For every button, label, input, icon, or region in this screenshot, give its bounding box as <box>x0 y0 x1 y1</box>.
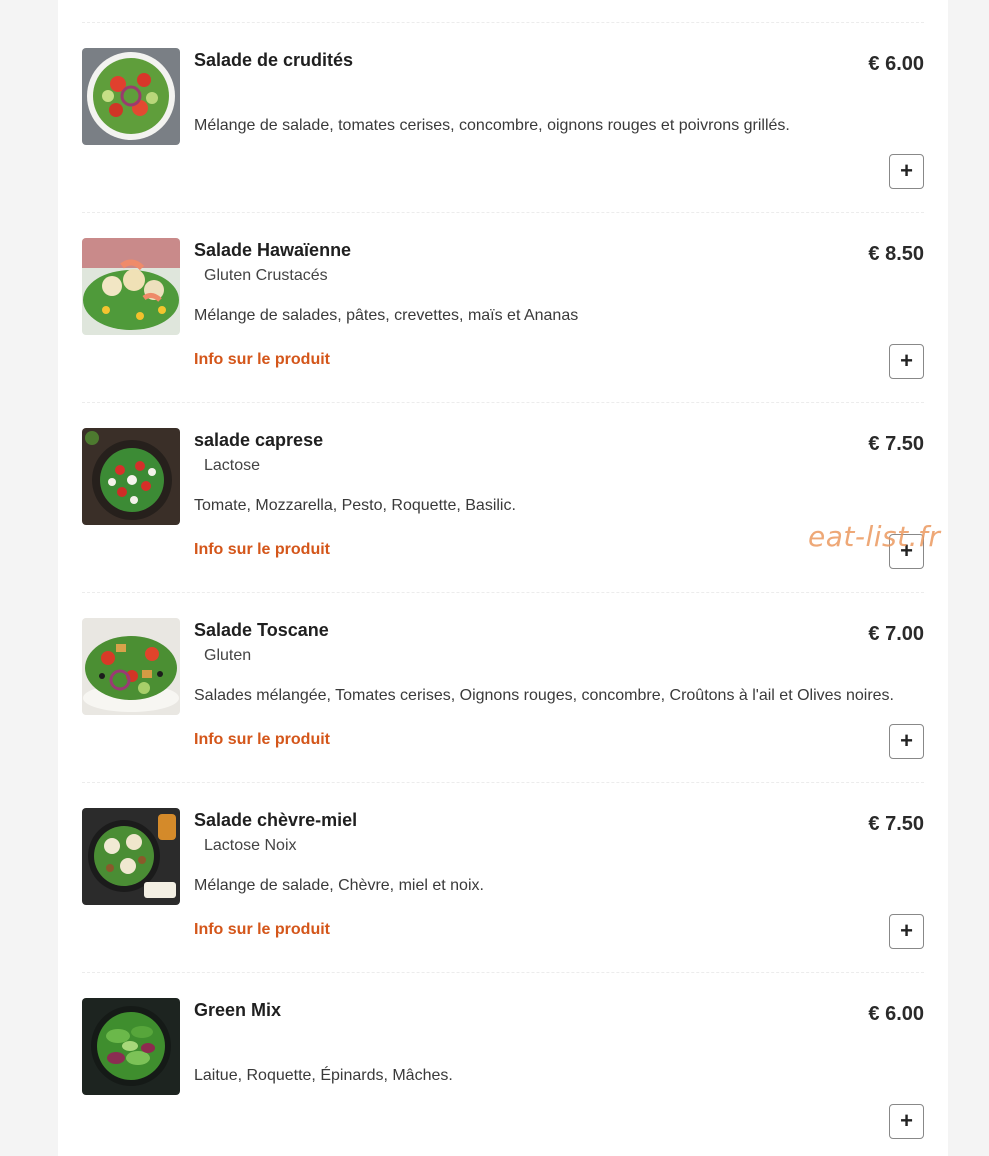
item-price: € 7.00 <box>868 623 924 645</box>
menu-item: Salade de crudités € 6.00 Mélange de sal… <box>58 0 948 190</box>
green-mix-bowl-icon <box>82 998 180 1095</box>
add-to-cart-button[interactable]: + <box>889 154 924 189</box>
item-price: € 6.00 <box>868 1003 924 1025</box>
goat-cheese-salad-icon <box>82 808 180 905</box>
watermark: eat-list.fr <box>808 520 941 553</box>
add-to-cart-button[interactable]: + <box>889 344 924 379</box>
item-name: Salade Hawaïenne <box>194 240 352 260</box>
item-name: salade caprese <box>194 430 324 450</box>
item-description: Mélange de salade, tomates cerises, conc… <box>194 117 790 134</box>
item-description: Mélange de salades, pâtes, crevettes, ma… <box>194 307 579 324</box>
item-allergens: Gluten <box>204 647 252 664</box>
item-description: Laitue, Roquette, Épinards, Mâches. <box>194 1067 453 1084</box>
menu-item: Salade Hawaïenne Gluten Crustacés € 8.50… <box>58 190 948 380</box>
item-name: Salade chèvre-miel <box>194 810 358 830</box>
item-price: € 7.50 <box>868 433 924 455</box>
tuscan-salad-bowl-icon <box>82 618 180 715</box>
product-info-link[interactable]: Info sur le produit <box>194 921 330 939</box>
menu-item: Salade Toscane Gluten € 7.00 Salades mél… <box>58 570 948 760</box>
item-allergens: Lactose <box>204 457 261 474</box>
menu-item: Salade chèvre-miel Lactose Noix € 7.50 M… <box>58 760 948 950</box>
item-allergens: Gluten Crustacés <box>204 267 328 284</box>
item-description: Tomate, Mozzarella, Pesto, Roquette, Bas… <box>194 497 516 514</box>
pasta-shrimp-salad-icon <box>82 238 180 335</box>
item-description: Mélange de salade, Chèvre, miel et noix. <box>194 877 484 894</box>
item-name: Green Mix <box>194 1000 282 1020</box>
add-to-cart-button[interactable]: + <box>889 914 924 949</box>
salad-plate-icon <box>82 48 180 145</box>
item-price: € 7.50 <box>868 813 924 835</box>
item-name: Salade Toscane <box>194 620 329 640</box>
add-to-cart-button[interactable]: + <box>889 1104 924 1139</box>
menu-item: Green Mix € 6.00 Laitue, Roquette, Épina… <box>58 950 948 1140</box>
product-info-link[interactable]: Info sur le produit <box>194 541 330 559</box>
item-description: Salades mélangée, Tomates cerises, Oigno… <box>194 687 894 704</box>
item-price: € 6.00 <box>868 53 924 75</box>
item-name: Salade de crudités <box>194 50 354 70</box>
product-info-link[interactable]: Info sur le produit <box>194 731 330 749</box>
caprese-bowl-icon <box>82 428 180 525</box>
product-info-link[interactable]: Info sur le produit <box>194 351 330 369</box>
item-price: € 8.50 <box>868 243 924 265</box>
item-allergens: Lactose Noix <box>204 837 297 854</box>
menu-panel: Salade de crudités € 6.00 Mélange de sal… <box>58 0 948 1156</box>
add-to-cart-button[interactable]: + <box>889 724 924 759</box>
